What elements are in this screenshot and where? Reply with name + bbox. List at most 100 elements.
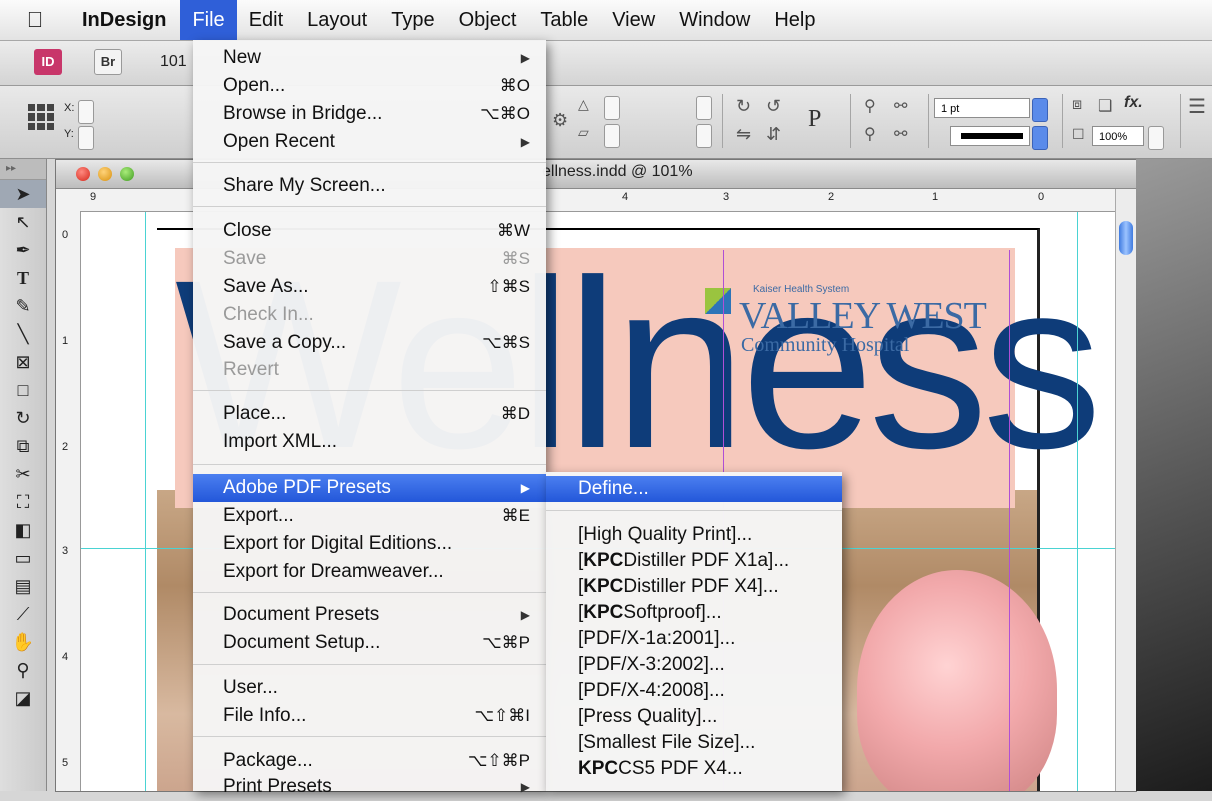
menu-item-share-my-screen[interactable]: Share My Screen... <box>193 172 546 200</box>
reference-point-icon[interactable] <box>28 104 54 130</box>
toolbox-grip[interactable]: ▸▸ <box>0 159 46 180</box>
zoom-tool-icon[interactable]: ⚲ <box>0 656 46 684</box>
hand-tool-icon[interactable]: ✋ <box>0 628 46 656</box>
menu-item-save-a-copy[interactable]: Save a Copy... ⌥⌘S <box>193 329 546 357</box>
rotate-tool-icon[interactable]: ↻ <box>0 404 46 432</box>
menu-item-export-digital-editions[interactable]: Export for Digital Editions... <box>193 530 546 558</box>
rectangle-frame-tool-icon[interactable]: ⊠ <box>0 348 46 376</box>
select-next-icon[interactable]: ⚯ <box>894 124 907 144</box>
gradient-feather-tool-icon[interactable]: ▭ <box>0 544 46 572</box>
menu-item-check-in[interactable]: Check In... <box>193 301 546 329</box>
free-transform-tool-icon[interactable]: ⛶ <box>0 488 46 516</box>
rotate-icon[interactable]: ⚙ <box>552 110 568 131</box>
fill-stroke-icon[interactable]: ◪ <box>0 684 46 712</box>
preset-kpc-softproof[interactable]: [KPCSoftproof]... <box>546 600 842 626</box>
preset-pdf-x1a[interactable]: [PDF/X-1a:2001]... <box>546 626 842 652</box>
stroke-weight-field[interactable]: 1 pt <box>934 98 1030 118</box>
rotation-stepper[interactable] <box>604 96 620 120</box>
scissors-tool-icon[interactable]: ✂ <box>0 460 46 488</box>
type-tool-icon[interactable]: T <box>0 264 46 292</box>
line-tool-icon[interactable]: ╲ <box>0 320 46 348</box>
menu-item-save-as[interactable]: Save As... ⇧⌘S <box>193 273 546 301</box>
menu-item-document-presets[interactable]: Document Presets ▶ <box>193 601 546 629</box>
zoom-level[interactable]: 101 <box>160 53 187 71</box>
menu-item-export-dreamweaver[interactable]: Export for Dreamweaver... <box>193 558 546 586</box>
select-container-icon[interactable]: ⚲ <box>864 96 876 116</box>
menu-help[interactable]: Help <box>762 0 827 40</box>
preset-press-quality[interactable]: [Press Quality]... <box>546 704 842 730</box>
apple-menu-icon[interactable]:  <box>0 7 70 33</box>
menu-item-package[interactable]: Package... ⌥⇧⌘P <box>193 747 546 775</box>
rotate-ccw-icon[interactable]: ↺ <box>766 96 781 117</box>
menu-type[interactable]: Type <box>379 0 446 40</box>
menu-item-adobe-pdf-presets[interactable]: Adobe PDF Presets ▶ <box>193 474 546 502</box>
menu-item-revert[interactable]: Revert <box>193 356 546 384</box>
zoom-window-button[interactable] <box>120 167 134 181</box>
guide[interactable] <box>145 212 146 791</box>
bridge-button[interactable]: Br <box>94 49 122 75</box>
preset-high-quality-print[interactable]: [High Quality Print]... <box>546 522 842 548</box>
menu-item-open[interactable]: Open... ⌘O <box>193 72 546 100</box>
vertical-ruler[interactable]: 0 1 2 3 4 5 <box>56 211 81 791</box>
y-stepper[interactable] <box>78 126 94 150</box>
opacity-field[interactable]: 100% <box>1092 126 1144 146</box>
menu-file[interactable]: File <box>180 0 237 40</box>
menu-item-open-recent[interactable]: Open Recent ▶ <box>193 128 546 156</box>
drop-shadow-icon[interactable]: ❑ <box>1098 96 1112 116</box>
minimize-window-button[interactable] <box>98 167 112 181</box>
pencil-tool-icon[interactable]: ✎ <box>0 292 46 320</box>
stroke-weight-dropdown[interactable] <box>1032 98 1048 122</box>
menu-table[interactable]: Table <box>528 0 600 40</box>
menu-item-file-info[interactable]: File Info... ⌥⇧⌘I <box>193 702 546 730</box>
scroll-thumb[interactable] <box>1119 221 1133 255</box>
preset-kpc-cs5-x4[interactable]: KPCCS5 PDF X4... <box>546 756 842 782</box>
menu-view[interactable]: View <box>600 0 667 40</box>
panel-menu-icon[interactable]: ☰ <box>1188 94 1206 119</box>
shear-stepper[interactable] <box>604 124 620 148</box>
direct-selection-tool-icon[interactable]: ↖ <box>0 208 46 236</box>
menu-item-new[interactable]: New ▶ <box>193 44 546 72</box>
menu-item-import-xml[interactable]: Import XML... <box>193 428 546 456</box>
menu-item-user[interactable]: User... <box>193 674 546 702</box>
preset-kpc-distiller-x4[interactable]: [KPCDistiller PDF X4]... <box>546 574 842 600</box>
menu-item-browse-in-bridge[interactable]: Browse in Bridge... ⌥⌘O <box>193 100 546 128</box>
menu-indesign[interactable]: InDesign <box>70 0 180 40</box>
select-previous-icon[interactable]: ⚲ <box>864 124 876 144</box>
menu-object[interactable]: Object <box>447 0 529 40</box>
preset-pdf-x4[interactable]: [PDF/X-4:2008]... <box>546 678 842 704</box>
close-window-button[interactable] <box>76 167 90 181</box>
fit-frame-icon[interactable]: ⧈ <box>1072 96 1082 114</box>
select-content-icon[interactable]: ⚯ <box>894 96 907 116</box>
stroke-type-dropdown[interactable] <box>1032 126 1048 150</box>
menu-item-export[interactable]: Export... ⌘E <box>193 502 546 530</box>
preset-kpc-distiller-x1a[interactable]: [KPCDistiller PDF X1a]... <box>546 548 842 574</box>
effects-button[interactable]: fx. <box>1124 94 1143 112</box>
menu-edit[interactable]: Edit <box>237 0 295 40</box>
flip-horizontal-icon[interactable]: ⇋ <box>736 124 751 145</box>
flip-vertical-icon[interactable]: ⇵ <box>766 124 781 145</box>
rotation-dropdown[interactable] <box>696 96 712 120</box>
pen-tool-icon[interactable]: ✒ <box>0 236 46 264</box>
opacity-dropdown[interactable] <box>1148 126 1164 150</box>
rectangle-tool-icon[interactable]: □ <box>0 376 46 404</box>
menu-layout[interactable]: Layout <box>295 0 379 40</box>
x-stepper[interactable] <box>78 100 94 124</box>
gradient-tool-icon[interactable]: ◧ <box>0 516 46 544</box>
shear-dropdown[interactable] <box>696 124 712 148</box>
submenu-item-define[interactable]: Define... <box>546 476 842 502</box>
rotate-cw-icon[interactable]: ↻ <box>736 96 751 117</box>
selection-tool-icon[interactable]: ➤ <box>0 180 46 208</box>
scale-tool-icon[interactable]: ⧉ <box>0 432 46 460</box>
menu-item-place[interactable]: Place... ⌘D <box>193 400 546 428</box>
preset-pdf-x3[interactable]: [PDF/X-3:2002]... <box>546 652 842 678</box>
menu-item-close[interactable]: Close ⌘W <box>193 217 546 245</box>
stroke-type-field[interactable] <box>950 126 1030 146</box>
vertical-scrollbar[interactable] <box>1115 189 1136 791</box>
indesign-app-icon[interactable]: ID <box>34 49 62 75</box>
menu-item-print-presets[interactable]: Print Presets ▶ <box>193 773 546 801</box>
menu-item-document-setup[interactable]: Document Setup... ⌥⌘P <box>193 629 546 657</box>
menu-window[interactable]: Window <box>667 0 762 40</box>
note-tool-icon[interactable]: ▤ <box>0 572 46 600</box>
menu-item-save[interactable]: Save ⌘S <box>193 245 546 273</box>
preset-smallest-file-size[interactable]: [Smallest File Size]... <box>546 730 842 756</box>
